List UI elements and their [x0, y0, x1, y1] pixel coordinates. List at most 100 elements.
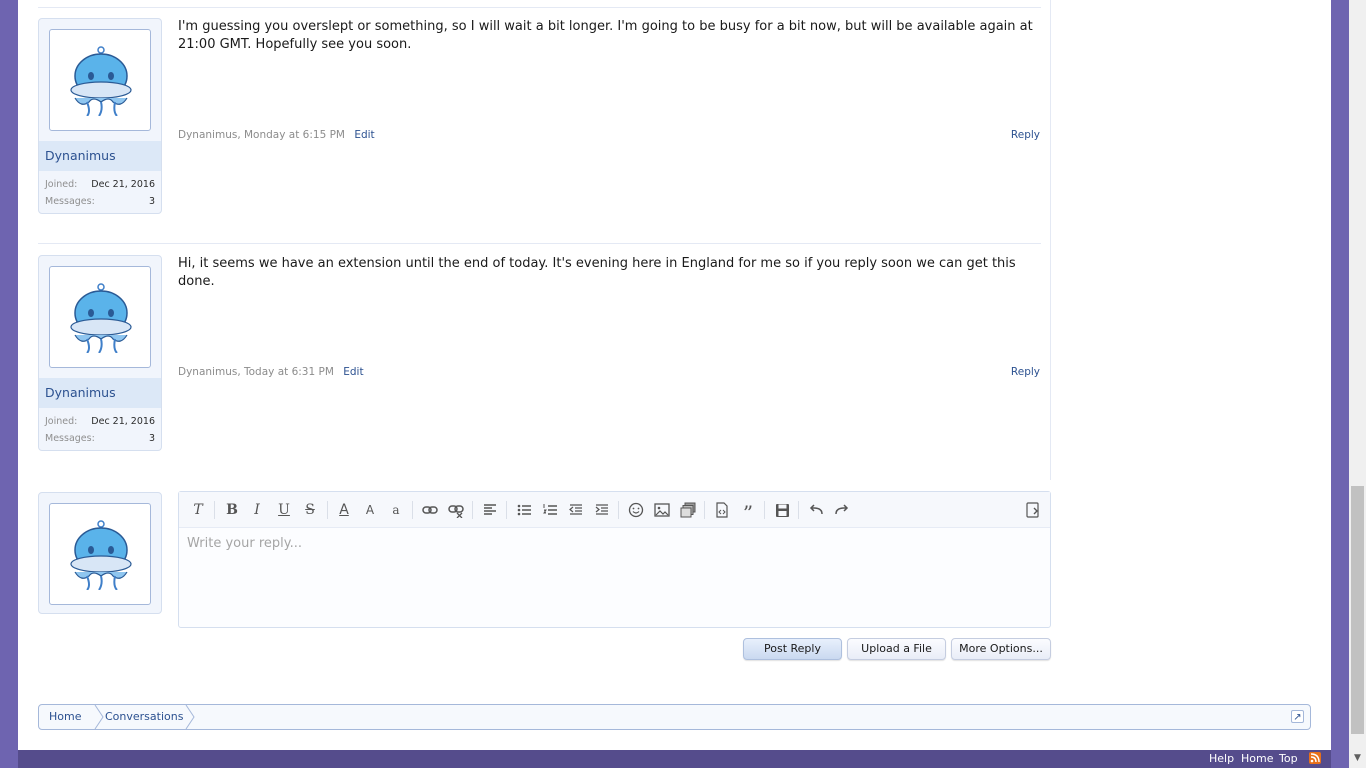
strikethrough-button[interactable]: S: [300, 500, 320, 520]
bold-button[interactable]: B: [222, 500, 242, 520]
message-user-info: Dynanimus Joined: Dec 21, 2016 Messages:…: [38, 255, 162, 451]
message-body: I'm guessing you overslept or something,…: [178, 19, 1033, 52]
outdent-icon: [569, 504, 582, 515]
toolbar-separator: [798, 501, 799, 519]
smiley-icon: [628, 502, 644, 518]
footer-top-link[interactable]: Top: [1279, 751, 1298, 767]
align-left-icon: [484, 504, 496, 515]
reply-user-avatar-box: [38, 492, 162, 614]
undo-button[interactable]: [806, 500, 826, 520]
font-family-button[interactable]: a: [386, 500, 406, 520]
numbered-list-button[interactable]: [540, 500, 560, 520]
underline-icon: U: [278, 502, 290, 518]
save-draft-button[interactable]: [772, 500, 792, 520]
text-color-icon: A: [339, 502, 349, 518]
bbcode-toggle-icon: [1026, 502, 1039, 518]
scrollbar-thumb[interactable]: [1351, 486, 1364, 734]
message-author-date[interactable]: Dynanimus, Today at 6:31 PM: [178, 366, 334, 378]
toolbar-separator: [764, 501, 765, 519]
editor-toolbar: T B I U S A A a ”: [179, 492, 1050, 528]
numbered-list-icon: [543, 504, 557, 515]
align-button[interactable]: [480, 500, 500, 520]
save-icon: [775, 504, 789, 517]
italic-icon: I: [254, 502, 260, 518]
jump-to-icon[interactable]: ↗: [1291, 710, 1304, 723]
reply-link[interactable]: Reply: [1011, 128, 1040, 142]
reply-link[interactable]: Reply: [1011, 365, 1040, 379]
insert-image-button[interactable]: [652, 500, 672, 520]
stat-value: 3: [148, 196, 155, 207]
remove-format-button[interactable]: T: [188, 500, 208, 520]
avatar[interactable]: [49, 503, 151, 605]
message-divider: [38, 243, 1041, 244]
strikethrough-icon: S: [305, 502, 315, 518]
italic-button[interactable]: I: [247, 500, 267, 520]
underline-button[interactable]: U: [274, 500, 294, 520]
vertical-scrollbar[interactable]: ▼: [1349, 0, 1366, 768]
message-user-info: Dynanimus Joined: Dec 21, 2016 Messages:…: [38, 18, 162, 214]
toolbar-separator: [327, 501, 328, 519]
page: Dynanimus Joined: Dec 21, 2016 Messages:…: [18, 0, 1331, 750]
jellyfish-avatar-icon: [70, 283, 132, 353]
indent-icon: [595, 504, 608, 515]
code-icon: [716, 502, 728, 518]
toolbar-separator: [704, 501, 705, 519]
user-messages-stat: Messages: 3: [39, 430, 161, 447]
message-author-date[interactable]: Dynanimus, Monday at 6:15 PM: [178, 129, 345, 141]
rss-icon[interactable]: [1309, 752, 1321, 764]
quote-button[interactable]: ”: [738, 500, 758, 525]
breadcrumb-conversations[interactable]: Conversations: [95, 705, 183, 729]
text-color-button[interactable]: A: [334, 500, 354, 520]
content-right-border: [1050, 0, 1051, 480]
user-joined-stat: Joined: Dec 21, 2016: [39, 176, 161, 193]
font-size-icon: A: [365, 503, 375, 517]
user-joined-stat: Joined: Dec 21, 2016: [39, 413, 161, 430]
edit-link[interactable]: Edit: [343, 366, 363, 378]
remove-link-button[interactable]: [446, 500, 466, 520]
upload-file-button[interactable]: Upload a File: [847, 638, 946, 660]
insert-code-button[interactable]: [712, 500, 732, 520]
avatar[interactable]: [49, 29, 151, 131]
avatar[interactable]: [49, 266, 151, 368]
reply-input[interactable]: Write your reply...: [187, 536, 302, 551]
outdent-button[interactable]: [566, 500, 586, 520]
stat-label: Joined:: [45, 179, 78, 190]
breadcrumb-home[interactable]: Home: [39, 705, 81, 729]
scroll-down-arrow-icon[interactable]: ▼: [1352, 752, 1363, 764]
stat-label: Messages:: [45, 433, 95, 444]
post-reply-button[interactable]: Post Reply: [743, 638, 842, 660]
username[interactable]: Dynanimus: [39, 141, 161, 171]
footer-home-link[interactable]: Home: [1241, 751, 1273, 767]
toolbar-separator: [214, 501, 215, 519]
indent-button[interactable]: [592, 500, 612, 520]
font-size-button[interactable]: A: [360, 500, 380, 520]
unlink-icon: [448, 505, 464, 519]
message-body: Hi, it seems we have an extension until …: [178, 256, 1016, 289]
bold-icon: B: [226, 502, 238, 518]
redo-icon: [835, 504, 849, 515]
stat-label: Joined:: [45, 416, 78, 427]
remove-format-icon: T: [193, 502, 203, 518]
toolbar-separator: [472, 501, 473, 519]
more-options-button[interactable]: More Options...: [951, 638, 1051, 660]
edit-link[interactable]: Edit: [354, 129, 374, 141]
redo-button[interactable]: [832, 500, 852, 520]
jellyfish-avatar-icon: [70, 520, 132, 590]
link-icon: [422, 506, 438, 514]
insert-media-button[interactable]: [678, 500, 698, 520]
message-meta: Dynanimus, Today at 6:31 PM Edit Reply: [178, 365, 1040, 379]
message-meta: Dynanimus, Monday at 6:15 PM Edit Reply: [178, 128, 1040, 142]
undo-icon: [809, 504, 823, 515]
stat-value: Dec 21, 2016: [91, 416, 155, 427]
bullet-list-icon: [517, 504, 531, 516]
image-icon: [654, 503, 670, 517]
insert-link-button[interactable]: [420, 500, 440, 520]
smilies-button[interactable]: [626, 500, 646, 520]
footer-help-link[interactable]: Help: [1209, 751, 1234, 767]
user-messages-stat: Messages: 3: [39, 193, 161, 210]
bullet-list-button[interactable]: [514, 500, 534, 520]
toggle-bbcode-button[interactable]: [1023, 500, 1043, 520]
quote-icon: ”: [742, 501, 754, 525]
username[interactable]: Dynanimus: [39, 378, 161, 408]
reply-editor: T B I U S A A a ” Write your reply...: [178, 491, 1051, 628]
